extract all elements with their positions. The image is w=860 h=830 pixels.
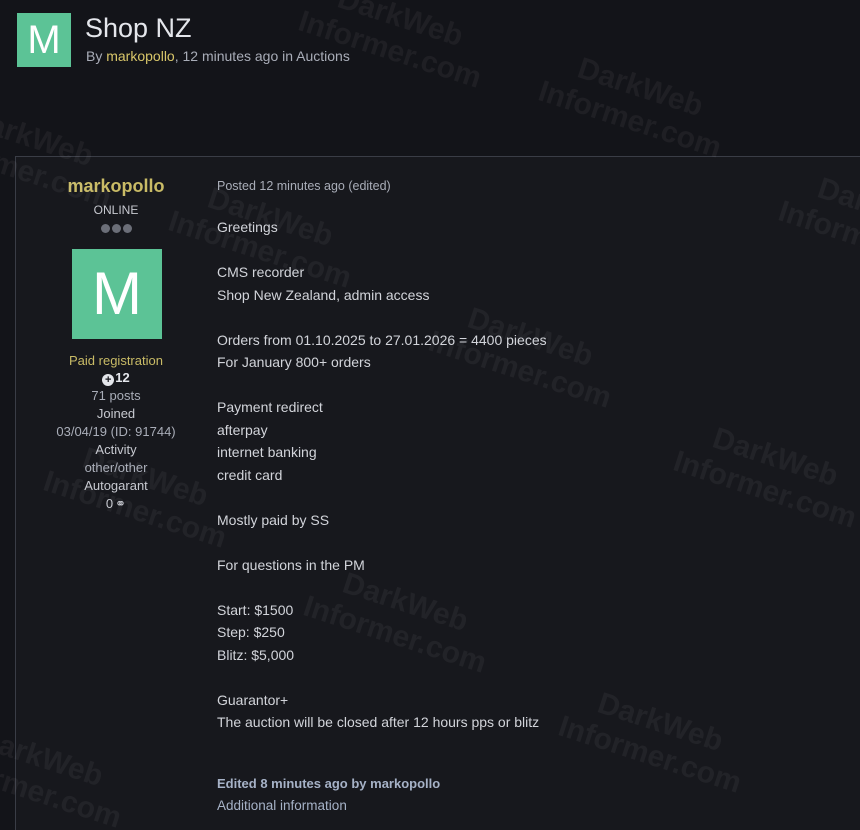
post-blank-line xyxy=(217,374,817,397)
post-line: CMS recorder xyxy=(217,264,305,280)
edited-notice: Edited 8 minutes ago by markopollo xyxy=(217,776,441,791)
post-line: Shop New Zealand, admin access xyxy=(217,286,430,303)
autogarant-label: Autogarant xyxy=(84,478,148,493)
activity-value: other/other xyxy=(84,460,148,475)
post-blank-line xyxy=(217,486,817,509)
byline-time: , 12 minutes ago in xyxy=(174,48,297,64)
post-line: internet banking xyxy=(217,444,317,460)
watermark: DarkWebInformer.com xyxy=(534,42,736,165)
topic-byline: By markopollo, 12 minutes ago in Auction… xyxy=(86,48,350,64)
post-line: afterpay xyxy=(217,421,268,438)
author-avatar[interactable]: M xyxy=(72,249,162,339)
post-line: The auction will be closed after 12 hour… xyxy=(217,714,540,730)
post-line: credit card xyxy=(217,466,283,483)
reputation[interactable]: +12 xyxy=(16,370,216,386)
post-blank-line xyxy=(217,666,817,689)
member-group: Paid registration xyxy=(69,353,163,368)
post-content: Greetings CMS recorder Shop New Zealand, a… xyxy=(217,216,817,734)
post-line: For questions in the PM xyxy=(217,556,365,573)
post-line: Blitz: $5,000 xyxy=(217,646,295,663)
post-line: Greetings xyxy=(217,219,278,235)
byline-forum-link[interactable]: Auctions xyxy=(296,48,350,64)
post-line: Mostly paid by SS xyxy=(217,511,330,528)
watermark-line1: DarkWeb xyxy=(573,51,708,124)
post-line: Orders from 01.10.2025 to 27.01.2026 = 4… xyxy=(217,331,547,348)
joined-value: 03/04/19 (ID: 91744) xyxy=(56,424,176,439)
byline-author-link[interactable]: markopollo xyxy=(106,48,174,64)
topic-title: Shop NZ xyxy=(85,13,192,43)
post-line: Step: $250 xyxy=(217,624,285,640)
reputation-value: 12 xyxy=(115,370,130,385)
handshake-icon: ⚭ xyxy=(115,496,127,511)
author-name-link[interactable]: markopollo xyxy=(16,176,216,197)
autogarant-count: 0 xyxy=(105,496,114,511)
watermark-line2: Informer.com xyxy=(534,74,726,165)
joined-label: Joined xyxy=(96,406,136,421)
post-container: markopollo ONLINE M Paid registration +1… xyxy=(15,156,860,830)
post-blank-line xyxy=(217,239,817,262)
post-blank-line xyxy=(217,531,817,554)
post-line: Guarantor+ xyxy=(217,691,289,708)
post-count[interactable]: 71 posts xyxy=(16,388,216,403)
post-blank-line xyxy=(217,306,817,329)
activity-label: Activity xyxy=(95,442,137,457)
byline-prefix: By xyxy=(86,48,107,64)
page: M Shop NZ By markopollo, 12 minutes ago … xyxy=(0,0,860,830)
post-blank-line xyxy=(217,576,817,599)
additional-information-link[interactable]: Additional information xyxy=(217,798,347,813)
post-line: Payment redirect xyxy=(217,399,323,415)
online-status: ONLINE xyxy=(93,203,139,217)
post-line: Start: $1500 xyxy=(217,601,294,618)
reputation-plus-icon: + xyxy=(102,374,115,386)
rank-dots-icon xyxy=(101,224,133,234)
topic-author-avatar[interactable]: M xyxy=(17,13,71,67)
post-line: For January 800+ orders xyxy=(217,354,371,370)
post-meta: Posted 12 minutes ago (edited) xyxy=(217,179,391,193)
autogarant-value: 0 ⚭ xyxy=(16,496,216,512)
